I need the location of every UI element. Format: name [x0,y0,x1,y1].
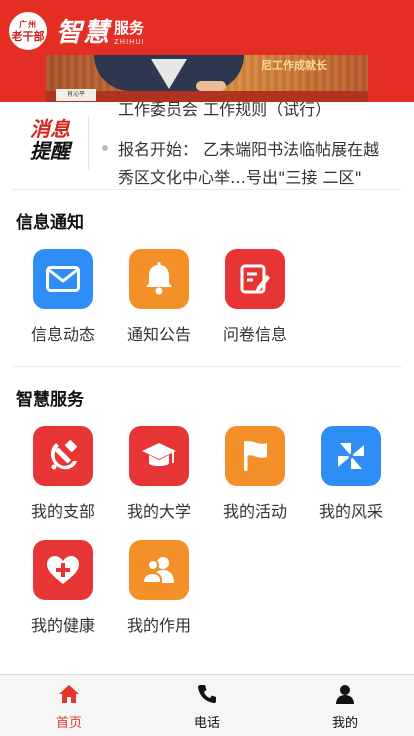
service-item-label: 我的风采 [318,502,383,521]
section-title-info: 信息通知 [16,213,84,233]
banner-screen-text: 尼工作成就长 [261,59,327,72]
info-item-notices[interactable]: 通知公告 [111,249,207,345]
app-logo: 广州 老干部 [9,12,47,50]
user-icon [335,684,355,708]
info-item-news[interactable]: 信息动态 [15,249,111,345]
brand-english-text: ZHIHUI [114,38,145,46]
flag-icon [225,426,285,486]
brand-title: 智慧 服务 ZHIHUI [56,12,145,49]
service-item-style[interactable]: 我的风采 [303,426,399,522]
info-item-label: 信息动态 [30,325,95,344]
service-item-label: 我的活动 [222,502,287,521]
info-item-label: 问卷信息 [222,325,287,344]
info-item-label: 通知公告 [126,325,191,344]
notice-ticker[interactable]: 消息 提醒 工作委员会 工作规则（试行） 报名开始： 乙未端阳书法临帖展在越 秀… [0,102,414,188]
users-icon [129,540,189,600]
service-item-branch[interactable]: 我的支部 [15,426,111,522]
service-item-label: 我的支部 [30,502,95,521]
service-item-role[interactable]: 我的作用 [111,540,207,636]
survey-edit-icon [225,249,285,309]
logo-text-top: 广州 [19,19,37,29]
notice-logo-line1: 消息 [30,117,70,141]
service-item-label: 我的大学 [126,502,191,521]
logo-text-bottom: 老干部 [11,29,45,43]
notice-item[interactable]: 工作委员会 工作规则（试行） [118,102,331,120]
divider [12,366,402,367]
tab-home-label: 首页 [55,716,82,731]
notice-divider [88,116,89,170]
service-item-activities[interactable]: 我的活动 [207,426,303,522]
divider [12,189,402,190]
notice-item[interactable]: 秀区文化中心举…号出"三接 二区" [118,164,362,188]
notice-logo-line2: 提醒 [30,139,70,163]
info-item-survey[interactable]: 问卷信息 [207,249,303,345]
news-banner-image[interactable]: 肖沁平 尼工作成就长 [46,55,368,102]
tab-phone-label: 电话 [193,716,220,731]
home-icon [58,684,80,708]
phone-icon [197,684,217,708]
app-header: 广州 老干部 智慧 服务 ZHIHUI 肖沁平 尼工作成就长 [0,0,414,102]
service-item-university[interactable]: 我的大学 [111,426,207,522]
heart-plus-icon [33,540,93,600]
tab-me[interactable]: 我的 [276,675,414,736]
notice-bullet [102,145,108,151]
service-item-label: 我的作用 [126,616,191,635]
notice-logo: 消息 提醒 [22,118,78,162]
brand-main-text: 智慧 [56,18,111,48]
hammer-sickle-icon [33,426,93,486]
bell-icon [129,249,189,309]
service-item-health[interactable]: 我的健康 [15,540,111,636]
tab-phone[interactable]: 电话 [138,675,276,736]
mail-icon [33,249,93,309]
graduation-cap-icon [129,426,189,486]
tab-home[interactable]: 首页 [0,675,138,736]
tab-me-label: 我的 [331,716,358,731]
section-title-service: 智慧服务 [16,390,84,410]
service-item-label: 我的健康 [30,616,95,635]
bottom-tab-bar: 首页 电话 我的 [0,674,414,736]
brand-service-text: 服务 [114,19,145,37]
banner-nameplate: 肖沁平 [56,89,96,101]
notice-item[interactable]: 报名开始： 乙未端阳书法临帖展在越 [118,136,379,160]
pinwheel-icon [321,426,381,486]
